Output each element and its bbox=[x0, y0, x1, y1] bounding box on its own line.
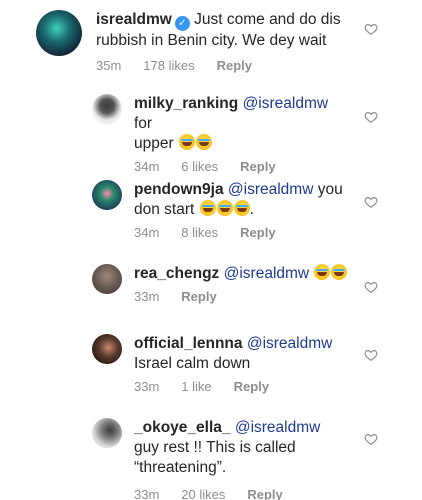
reply-button[interactable]: Reply bbox=[217, 58, 252, 73]
comment-text: . bbox=[249, 201, 254, 218]
heart-outline-icon[interactable] bbox=[364, 195, 378, 209]
mention-link[interactable]: @isrealdmw bbox=[228, 181, 314, 198]
reply-button[interactable]: Reply bbox=[247, 487, 282, 500]
heart-outline-icon[interactable] bbox=[364, 22, 378, 36]
comment-time: 33m bbox=[134, 487, 160, 500]
heart-outline-icon[interactable] bbox=[364, 280, 378, 294]
mention-link[interactable]: @isrealdmw bbox=[247, 335, 333, 352]
tears-of-joy-emoji bbox=[314, 264, 331, 280]
tears-of-joy-emoji bbox=[216, 200, 233, 216]
comment-text: don start bbox=[134, 201, 195, 218]
mention-link[interactable]: @isrealdmw bbox=[224, 265, 310, 282]
reply-button[interactable]: Reply bbox=[240, 159, 275, 174]
tears-of-joy-emoji bbox=[199, 200, 216, 216]
comment-text: “threatening”. bbox=[134, 459, 227, 476]
comment-likes[interactable]: 8 likes bbox=[181, 225, 218, 240]
comment-username[interactable]: official_lennna bbox=[134, 335, 243, 352]
comment-username[interactable]: milky_ranking bbox=[134, 95, 238, 112]
reply-comment: rea_chengz @isrealdmw 33m Reply bbox=[92, 264, 352, 304]
mention-link[interactable]: @isrealdmw bbox=[243, 95, 329, 112]
tears-of-joy-emoji bbox=[233, 200, 250, 216]
comment-likes[interactable]: 20 likes bbox=[181, 487, 225, 500]
comment-username[interactable]: _okoye_ella_ bbox=[134, 419, 231, 436]
avatar[interactable] bbox=[92, 264, 122, 294]
verified-badge-icon: ✓ bbox=[174, 16, 190, 31]
comment-time: 35m bbox=[96, 58, 122, 73]
avatar[interactable] bbox=[92, 418, 122, 448]
reply-button[interactable]: Reply bbox=[181, 289, 216, 304]
comment-time: 34m bbox=[134, 225, 160, 240]
comment-text: for bbox=[134, 115, 153, 132]
avatar[interactable] bbox=[36, 10, 82, 56]
comment-time: 33m bbox=[134, 289, 160, 304]
comment-username[interactable]: isrealdmw bbox=[96, 11, 172, 28]
heart-outline-icon[interactable] bbox=[364, 432, 378, 446]
reply-button[interactable]: Reply bbox=[240, 225, 275, 240]
comment-likes[interactable]: 1 like bbox=[181, 379, 211, 394]
comment-text: you bbox=[317, 181, 343, 198]
comment-isrealdmw: isrealdmw ✓ Just come and do dis rubbish … bbox=[36, 10, 376, 73]
tears-of-joy-emoji bbox=[195, 134, 212, 150]
comment-likes[interactable]: 6 likes bbox=[181, 159, 218, 174]
comment-time: 33m bbox=[134, 379, 160, 394]
comment-username[interactable]: pendown9ja bbox=[134, 181, 224, 198]
comment-text: upper bbox=[134, 135, 174, 152]
avatar[interactable] bbox=[92, 334, 122, 364]
comment-text: guy rest !! This is called bbox=[134, 439, 296, 456]
avatar[interactable] bbox=[92, 94, 122, 124]
tears-of-joy-emoji bbox=[331, 264, 348, 280]
mention-link[interactable]: @isrealdmw bbox=[235, 419, 321, 436]
comment-likes[interactable]: 178 likes bbox=[143, 58, 194, 73]
reply-button[interactable]: Reply bbox=[234, 379, 269, 394]
reply-comment: milky_ranking @isrealdmw for upper 34m 6… bbox=[92, 94, 352, 174]
heart-outline-icon[interactable] bbox=[364, 110, 378, 124]
reply-comment: _okoye_ella_ @isrealdmw guy rest !! This… bbox=[92, 418, 352, 500]
heart-outline-icon[interactable] bbox=[364, 348, 378, 362]
tears-of-joy-emoji bbox=[178, 134, 195, 150]
comment-time: 34m bbox=[134, 159, 160, 174]
comment-text: Israel calm down bbox=[134, 355, 251, 372]
comment-username[interactable]: rea_chengz bbox=[134, 265, 219, 282]
avatar[interactable] bbox=[92, 180, 122, 210]
reply-comment: official_lennna @isrealdmw Israel calm d… bbox=[92, 334, 352, 394]
reply-comment: pendown9ja @isrealdmw you don start . 34… bbox=[92, 180, 352, 240]
